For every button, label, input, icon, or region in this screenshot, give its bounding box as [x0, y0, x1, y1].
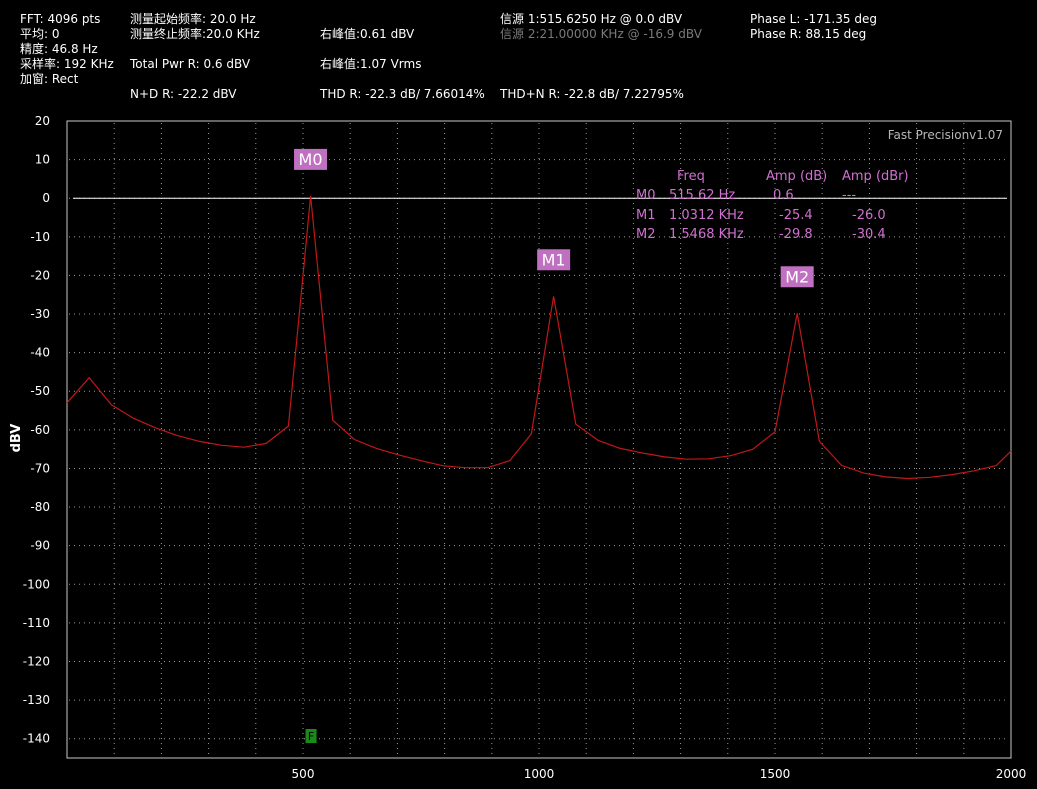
x-tick-label: 1000 — [524, 767, 555, 781]
y-tick-label: -110 — [23, 616, 50, 630]
y-tick-label: -50 — [30, 384, 50, 398]
marker-table-row-m2-freq: 1.5468 KHz — [669, 227, 744, 242]
y-tick-label: -120 — [23, 654, 50, 668]
marker-table-row-m1-amp: -25.4 — [779, 208, 813, 223]
y-tick-label: -20 — [30, 268, 50, 282]
y-tick-label: -10 — [30, 230, 50, 244]
x-tick-label: 1500 — [760, 767, 791, 781]
spectrum-chart[interactable]: 20 10 0 -10 -20 -30 -40 -50 -60 -70 -80 -90 -100 -110… — [0, 0, 1037, 789]
marker-table: Freq Amp (dB) Amp (dBr) M0 515.62 Hz 0.6… — [636, 169, 909, 242]
x-tick-label: 500 — [292, 767, 315, 781]
y-tick-label: -60 — [30, 423, 50, 437]
y-axis-label: dBV — [9, 424, 24, 453]
y-tick-label: 20 — [35, 114, 50, 128]
marker-table-row-m2-amp: -29.8 — [779, 227, 813, 242]
y-tick-label: -40 — [30, 346, 50, 360]
y-tick-label: -140 — [23, 732, 50, 746]
y-tick-label: -130 — [23, 693, 50, 707]
marker-table-header-amp-db: Amp (dB) — [766, 169, 827, 184]
marker-table-row-m2-dbr: -30.4 — [852, 227, 886, 242]
y-tick-label: 0 — [42, 191, 50, 205]
marker-table-row-m1-dbr: -26.0 — [852, 208, 886, 223]
marker-table-header-amp-dbr: Amp (dBr) — [842, 169, 909, 184]
y-axis-ticks: 20 10 0 -10 -20 -30 -40 -50 -60 -70 -80 -90 -100 -110… — [23, 114, 50, 746]
marker-table-row-m0-amp: 0.6 — [773, 188, 794, 203]
brand-label: Fast Precisionv1.07 — [888, 128, 1003, 142]
f-marker[interactable]: F — [305, 729, 317, 743]
marker-table-row-m2-name: M2 — [636, 227, 656, 242]
marker-table-row-m0-dbr: --- — [842, 188, 856, 203]
f-marker-label: F — [308, 730, 314, 743]
marker-table-row-m1-name: M1 — [636, 208, 656, 223]
marker-table-header-freq: Freq — [677, 169, 705, 184]
marker-table-row-m0-name: M0 — [636, 188, 656, 203]
marker-m2-label: M2 — [785, 267, 809, 286]
marker-table-row-m1-freq: 1.0312 KHz — [669, 208, 744, 223]
y-tick-label: -80 — [30, 500, 50, 514]
x-axis-ticks: 500 1000 1500 2000 — [292, 767, 1027, 781]
marker-m1-label: M1 — [542, 250, 566, 269]
y-tick-label: -70 — [30, 461, 50, 475]
y-tick-label: -30 — [30, 307, 50, 321]
y-tick-label: 10 — [35, 153, 50, 167]
y-tick-label: -100 — [23, 577, 50, 591]
marker-table-row-m0-freq: 515.62 Hz — [669, 188, 735, 203]
marker-m0-label: M0 — [299, 150, 323, 169]
x-tick-label: 2000 — [996, 767, 1027, 781]
y-tick-label: -90 — [30, 539, 50, 553]
